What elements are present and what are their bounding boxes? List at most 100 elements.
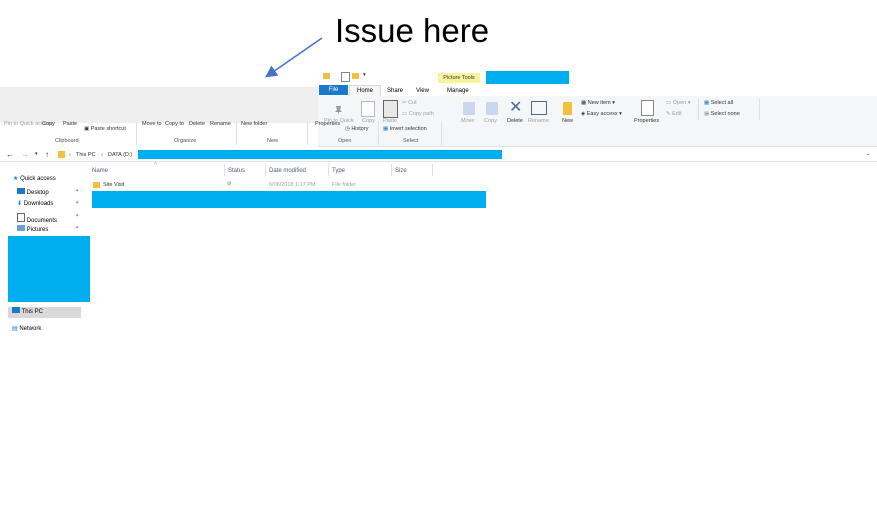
new-icon[interactable] (563, 102, 572, 115)
picture-icon (17, 225, 25, 231)
nav-downloads[interactable]: ⬇ Downloads (17, 200, 53, 208)
new-item-label: New item (587, 100, 611, 106)
folder-icon (93, 182, 100, 188)
breadcrumb-this-pc[interactable]: This PC (76, 152, 96, 159)
tab-home[interactable]: Home (349, 85, 381, 96)
address-divider (0, 161, 877, 162)
group-separator (136, 121, 137, 145)
pin-icon: ✦ (75, 188, 80, 194)
recent-dropdown-icon[interactable]: ▾ (35, 151, 38, 158)
paste-icon[interactable] (383, 100, 398, 118)
nav-desktop-label: Desktop (26, 190, 49, 196)
delete-button[interactable]: Delete (189, 121, 205, 128)
sync-status-icon: ⊘ (227, 181, 232, 187)
paste-shortcut-label: Paste shortcut (90, 126, 126, 132)
paste-button[interactable]: Paste (63, 121, 77, 128)
rendering-glitch-area (0, 87, 318, 123)
properties-button[interactable]: Properties (315, 121, 340, 128)
delete-label: Delete (507, 118, 523, 124)
move-to-button[interactable]: Move to (142, 121, 162, 128)
column-divider (224, 164, 225, 176)
contextual-tab-picture-tools: Picture Tools (438, 73, 480, 83)
column-status[interactable]: Status (228, 167, 245, 175)
nav-downloads-label: Downloads (23, 201, 54, 207)
annotation-arrow-icon (265, 37, 323, 78)
new-item-button[interactable]: ▦ New item ▾ (581, 100, 615, 107)
column-divider (265, 164, 266, 176)
select-none-button[interactable]: ▦ Select none (704, 111, 740, 118)
tab-file[interactable]: File (319, 85, 348, 95)
up-icon[interactable]: ↑ (45, 150, 49, 160)
tab-share[interactable]: Share (381, 86, 409, 96)
address-dropdown-icon[interactable]: ⌄ (866, 151, 871, 158)
copy-to-button[interactable]: Copy to (165, 121, 184, 128)
redaction-title (486, 71, 569, 85)
copy-label: Copy (362, 118, 375, 124)
ribbon-separator (759, 98, 760, 120)
copy-icon[interactable] (361, 101, 375, 117)
easy-access-label: Easy access (586, 111, 618, 117)
nav-documents[interactable]: Documents (17, 213, 57, 225)
select-all-button[interactable]: ▦ Select all (704, 100, 733, 107)
pin-icon[interactable] (334, 103, 343, 115)
new-folder-button[interactable]: New folder (241, 121, 267, 128)
invert-selection-button[interactable]: ▦ Invert selection (383, 126, 427, 133)
column-size[interactable]: Size (395, 167, 407, 175)
forward-icon[interactable]: → (21, 150, 29, 160)
annotation-text: Issue here (335, 12, 490, 49)
rename-icon[interactable] (531, 101, 547, 115)
nav-quick-access-label: Quick access (20, 176, 56, 182)
tab-view[interactable]: View (410, 86, 435, 96)
computer-icon (12, 307, 20, 313)
breadcrumb-drive[interactable]: DATA (D:) (108, 152, 132, 159)
qat-dropdown-icon[interactable]: ▾ (363, 72, 366, 79)
star-icon: ★ (13, 176, 19, 182)
properties-large-icon[interactable] (641, 100, 654, 116)
copy-button[interactable]: Copy (42, 121, 55, 128)
move-to-icon[interactable] (463, 102, 475, 115)
copy-path-label: Copy path (408, 111, 434, 117)
rename-button[interactable]: Rename (210, 121, 231, 128)
table-row[interactable]: Site Visit ⊘ 6/06/2018 1:17 PM File fold… (91, 180, 486, 190)
nav-network-label: Network (19, 326, 42, 332)
group-clipboard: Clipboard (55, 138, 79, 144)
open-button[interactable]: ▭ Open ▾ (666, 100, 691, 107)
nav-pictures[interactable]: Pictures (17, 225, 48, 234)
cut-button[interactable]: ✂ Cut (402, 100, 417, 107)
group-separator (236, 121, 237, 145)
desktop-icon (17, 188, 25, 194)
folder-icon[interactable] (323, 73, 330, 79)
invert-selection-label: Invert selection (389, 126, 427, 132)
delete-icon[interactable]: ✕ (509, 100, 522, 116)
move-label: Move (461, 118, 475, 124)
edit-button[interactable]: ✎ Edit (666, 111, 682, 118)
column-date-modified[interactable]: Date modified (269, 167, 306, 175)
select-all-label: Select all (710, 100, 734, 106)
copy-to-icon[interactable] (486, 102, 498, 115)
cut-label: Cut (408, 100, 417, 106)
tab-manage[interactable]: Manage (441, 86, 475, 96)
pin-icon: ✦ (75, 200, 80, 206)
redaction-path (138, 150, 502, 159)
group-separator (441, 121, 442, 145)
column-type[interactable]: Type (332, 167, 345, 175)
properties-icon[interactable] (341, 72, 350, 82)
history-button[interactable]: ◷ History (345, 126, 368, 133)
new-folder-icon[interactable] (352, 73, 359, 79)
nav-network[interactable]: ▤ Network (12, 325, 41, 333)
nav-quick-access[interactable]: ★ Quick access (13, 175, 56, 183)
history-label: History (351, 126, 369, 132)
easy-access-button[interactable]: ◈ Easy access ▾ (581, 111, 622, 118)
column-name[interactable]: Name (92, 167, 108, 175)
copy-path-button[interactable]: ▭ Copy path (402, 111, 434, 118)
paste-shortcut-button[interactable]: ▣ Paste shortcut (84, 126, 126, 133)
file-name: Site Visit (103, 182, 125, 188)
ribbon-separator (698, 98, 699, 120)
download-icon: ⬇ (17, 201, 23, 207)
nav-this-pc[interactable]: This PC (8, 307, 81, 318)
rename-label: Rename (528, 118, 549, 124)
back-icon[interactable]: ← (6, 150, 14, 160)
nav-desktop[interactable]: Desktop (17, 188, 49, 197)
file-date: 6/06/2018 1:17 PM (269, 182, 316, 188)
copy-to-label: Copy (484, 118, 497, 124)
